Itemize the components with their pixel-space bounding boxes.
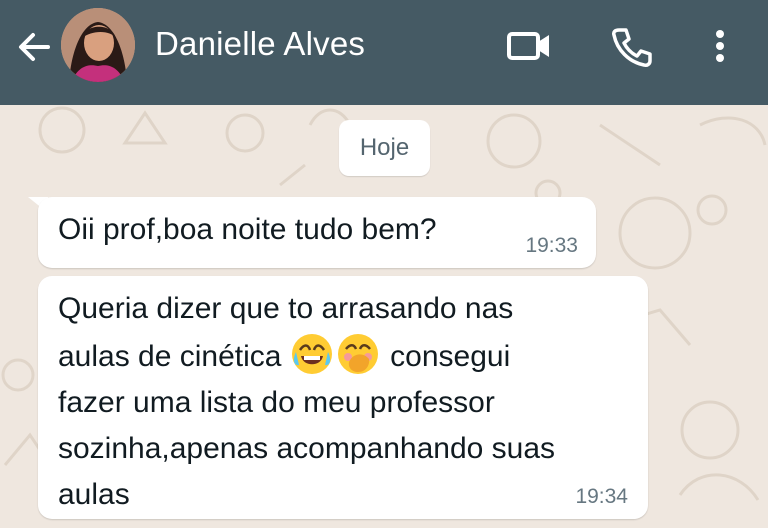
message-bubble-1[interactable]: Oii prof,boa noite tudo bem? 19:33	[38, 197, 596, 268]
chat-header: Danielle Alves	[0, 0, 768, 105]
message-time-2: 19:34	[575, 485, 628, 508]
hand-over-mouth-emoji-icon: 🤭	[336, 332, 380, 376]
message-bubble-2[interactable]: Queria dizer que to arrasando nas aulas …	[38, 276, 648, 519]
date-chip: Hoje	[339, 120, 430, 176]
phone-icon[interactable]	[608, 24, 652, 68]
message-text-1: Oii prof,boa noite tudo bem?	[58, 213, 437, 246]
arrow-left-icon[interactable]	[14, 27, 54, 67]
message-time-1: 19:33	[525, 234, 578, 257]
more-vertical-icon[interactable]	[706, 24, 734, 68]
video-call-icon[interactable]	[505, 24, 553, 68]
message-text-2: Queria dizer que to arrasando nas aulas …	[58, 286, 648, 518]
contact-name[interactable]: Danielle Alves	[155, 25, 365, 63]
avatar[interactable]	[61, 8, 135, 82]
laughing-emoji-icon: 😂	[290, 332, 334, 376]
